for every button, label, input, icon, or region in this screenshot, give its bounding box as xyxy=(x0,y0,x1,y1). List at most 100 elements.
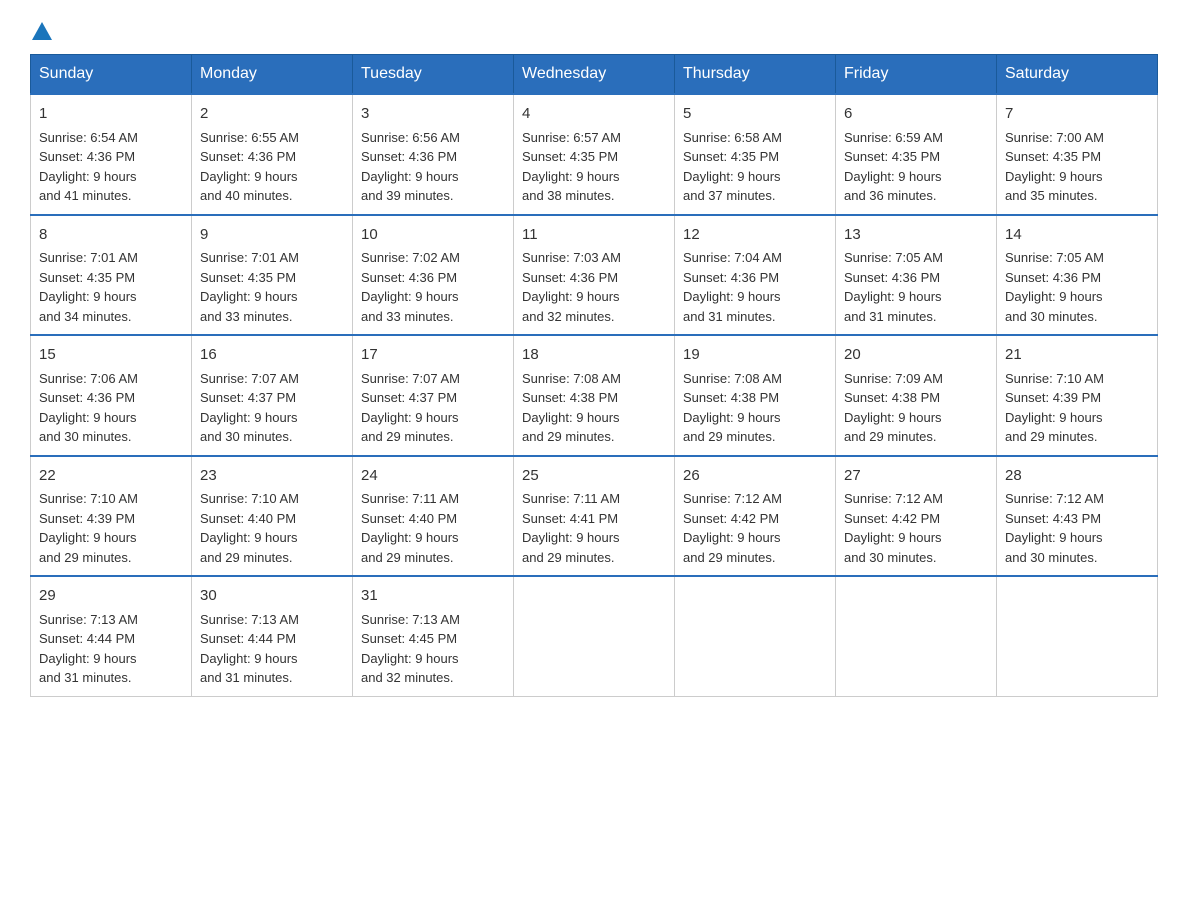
cell-daylight: Daylight: 9 hours xyxy=(39,169,137,184)
cell-sunset: Sunset: 4:36 PM xyxy=(39,390,135,405)
cell-daylight: Daylight: 9 hours xyxy=(844,289,942,304)
cell-daylight-cont: and 39 minutes. xyxy=(361,188,454,203)
day-number: 25 xyxy=(522,465,666,488)
day-number: 22 xyxy=(39,465,183,488)
cell-sunrise: Sunrise: 7:13 AM xyxy=(361,612,460,627)
calendar-cell: 6Sunrise: 6:59 AMSunset: 4:35 PMDaylight… xyxy=(836,94,997,215)
week-row-2: 8Sunrise: 7:01 AMSunset: 4:35 PMDaylight… xyxy=(31,215,1158,336)
cell-sunset: Sunset: 4:36 PM xyxy=(683,270,779,285)
logo-triangle-icon xyxy=(32,22,52,40)
cell-sunrise: Sunrise: 7:10 AM xyxy=(1005,371,1104,386)
cell-sunset: Sunset: 4:44 PM xyxy=(39,631,135,646)
cell-daylight-cont: and 29 minutes. xyxy=(522,550,615,565)
calendar-cell: 15Sunrise: 7:06 AMSunset: 4:36 PMDayligh… xyxy=(31,335,192,456)
cell-daylight: Daylight: 9 hours xyxy=(522,169,620,184)
calendar-cell: 22Sunrise: 7:10 AMSunset: 4:39 PMDayligh… xyxy=(31,456,192,577)
day-number: 16 xyxy=(200,344,344,367)
day-number: 15 xyxy=(39,344,183,367)
week-row-1: 1Sunrise: 6:54 AMSunset: 4:36 PMDaylight… xyxy=(31,94,1158,215)
cell-daylight-cont: and 30 minutes. xyxy=(39,429,132,444)
cell-daylight-cont: and 41 minutes. xyxy=(39,188,132,203)
cell-sunrise: Sunrise: 7:01 AM xyxy=(39,250,138,265)
cell-sunset: Sunset: 4:36 PM xyxy=(1005,270,1101,285)
cell-daylight-cont: and 30 minutes. xyxy=(1005,550,1098,565)
calendar-cell: 5Sunrise: 6:58 AMSunset: 4:35 PMDaylight… xyxy=(675,94,836,215)
day-number: 20 xyxy=(844,344,988,367)
cell-sunset: Sunset: 4:36 PM xyxy=(39,149,135,164)
cell-daylight-cont: and 32 minutes. xyxy=(522,309,615,324)
calendar-cell: 27Sunrise: 7:12 AMSunset: 4:42 PMDayligh… xyxy=(836,456,997,577)
cell-sunrise: Sunrise: 7:05 AM xyxy=(1005,250,1104,265)
calendar-cell: 13Sunrise: 7:05 AMSunset: 4:36 PMDayligh… xyxy=(836,215,997,336)
calendar-cell: 12Sunrise: 7:04 AMSunset: 4:36 PMDayligh… xyxy=(675,215,836,336)
cell-daylight: Daylight: 9 hours xyxy=(39,530,137,545)
cell-daylight: Daylight: 9 hours xyxy=(200,651,298,666)
calendar-cell xyxy=(836,576,997,696)
cell-daylight: Daylight: 9 hours xyxy=(844,530,942,545)
day-number: 28 xyxy=(1005,465,1149,488)
cell-daylight: Daylight: 9 hours xyxy=(522,410,620,425)
cell-daylight: Daylight: 9 hours xyxy=(522,289,620,304)
cell-sunset: Sunset: 4:35 PM xyxy=(1005,149,1101,164)
day-number: 11 xyxy=(522,224,666,247)
cell-sunrise: Sunrise: 7:12 AM xyxy=(1005,491,1104,506)
cell-daylight-cont: and 29 minutes. xyxy=(361,550,454,565)
cell-daylight-cont: and 29 minutes. xyxy=(39,550,132,565)
cell-daylight: Daylight: 9 hours xyxy=(683,410,781,425)
cell-daylight: Daylight: 9 hours xyxy=(361,651,459,666)
cell-daylight-cont: and 29 minutes. xyxy=(522,429,615,444)
day-number: 12 xyxy=(683,224,827,247)
column-header-sunday: Sunday xyxy=(31,55,192,95)
cell-sunset: Sunset: 4:35 PM xyxy=(844,149,940,164)
cell-sunset: Sunset: 4:45 PM xyxy=(361,631,457,646)
calendar-cell: 30Sunrise: 7:13 AMSunset: 4:44 PMDayligh… xyxy=(192,576,353,696)
cell-sunset: Sunset: 4:36 PM xyxy=(361,270,457,285)
cell-daylight-cont: and 36 minutes. xyxy=(844,188,937,203)
cell-sunrise: Sunrise: 6:59 AM xyxy=(844,130,943,145)
day-number: 24 xyxy=(361,465,505,488)
day-number: 6 xyxy=(844,103,988,126)
day-number: 7 xyxy=(1005,103,1149,126)
cell-daylight-cont: and 33 minutes. xyxy=(200,309,293,324)
cell-daylight-cont: and 33 minutes. xyxy=(361,309,454,324)
column-header-tuesday: Tuesday xyxy=(353,55,514,95)
column-header-wednesday: Wednesday xyxy=(514,55,675,95)
cell-sunset: Sunset: 4:35 PM xyxy=(522,149,618,164)
cell-sunrise: Sunrise: 7:02 AM xyxy=(361,250,460,265)
calendar-cell: 9Sunrise: 7:01 AMSunset: 4:35 PMDaylight… xyxy=(192,215,353,336)
cell-daylight-cont: and 29 minutes. xyxy=(844,429,937,444)
calendar-cell: 19Sunrise: 7:08 AMSunset: 4:38 PMDayligh… xyxy=(675,335,836,456)
day-number: 3 xyxy=(361,103,505,126)
cell-sunset: Sunset: 4:37 PM xyxy=(200,390,296,405)
day-number: 8 xyxy=(39,224,183,247)
cell-sunrise: Sunrise: 7:13 AM xyxy=(200,612,299,627)
day-number: 9 xyxy=(200,224,344,247)
cell-daylight-cont: and 29 minutes. xyxy=(361,429,454,444)
cell-daylight-cont: and 31 minutes. xyxy=(200,670,293,685)
calendar-cell: 3Sunrise: 6:56 AMSunset: 4:36 PMDaylight… xyxy=(353,94,514,215)
cell-daylight-cont: and 29 minutes. xyxy=(683,550,776,565)
cell-sunset: Sunset: 4:43 PM xyxy=(1005,511,1101,526)
cell-sunset: Sunset: 4:36 PM xyxy=(522,270,618,285)
cell-sunrise: Sunrise: 7:11 AM xyxy=(522,491,620,506)
cell-daylight: Daylight: 9 hours xyxy=(1005,410,1103,425)
cell-sunrise: Sunrise: 6:58 AM xyxy=(683,130,782,145)
cell-daylight: Daylight: 9 hours xyxy=(1005,530,1103,545)
calendar-cell xyxy=(675,576,836,696)
calendar-cell: 20Sunrise: 7:09 AMSunset: 4:38 PMDayligh… xyxy=(836,335,997,456)
cell-sunset: Sunset: 4:35 PM xyxy=(683,149,779,164)
day-number: 17 xyxy=(361,344,505,367)
calendar-cell: 25Sunrise: 7:11 AMSunset: 4:41 PMDayligh… xyxy=(514,456,675,577)
cell-daylight: Daylight: 9 hours xyxy=(361,169,459,184)
cell-daylight: Daylight: 9 hours xyxy=(39,651,137,666)
calendar-cell: 1Sunrise: 6:54 AMSunset: 4:36 PMDaylight… xyxy=(31,94,192,215)
cell-daylight-cont: and 30 minutes. xyxy=(200,429,293,444)
cell-daylight: Daylight: 9 hours xyxy=(200,289,298,304)
cell-sunrise: Sunrise: 7:08 AM xyxy=(522,371,621,386)
cell-daylight-cont: and 32 minutes. xyxy=(361,670,454,685)
cell-daylight-cont: and 30 minutes. xyxy=(844,550,937,565)
cell-daylight: Daylight: 9 hours xyxy=(683,169,781,184)
calendar-cell: 16Sunrise: 7:07 AMSunset: 4:37 PMDayligh… xyxy=(192,335,353,456)
cell-daylight: Daylight: 9 hours xyxy=(1005,289,1103,304)
cell-sunrise: Sunrise: 7:05 AM xyxy=(844,250,943,265)
